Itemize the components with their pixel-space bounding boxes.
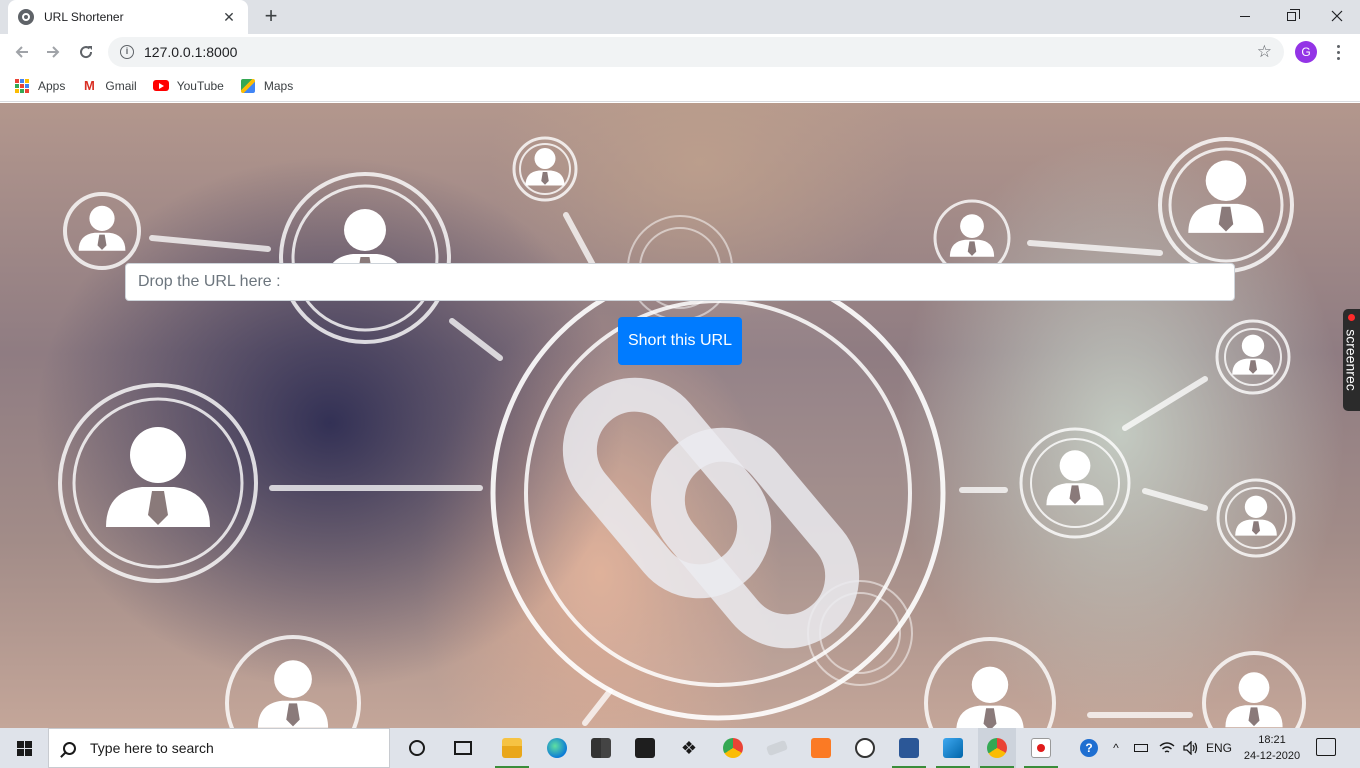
taskbar-vscode[interactable]	[934, 728, 972, 768]
taskbar-terminal[interactable]	[626, 728, 664, 768]
screenrec-label: screenrec	[1343, 329, 1360, 391]
eraser-icon	[765, 739, 789, 757]
edge-icon	[547, 738, 567, 758]
record-dot-icon	[1348, 314, 1355, 321]
wifi-tray-icon[interactable]	[1156, 728, 1178, 768]
taskbar-file-explorer[interactable]	[493, 728, 531, 768]
profile-avatar[interactable]: G	[1295, 41, 1317, 63]
help-icon: ?	[1080, 739, 1098, 757]
chrome-profile-icon	[987, 738, 1007, 758]
bookmark-apps[interactable]: Apps	[14, 78, 65, 94]
taskbar-screenrec[interactable]	[1022, 728, 1060, 768]
taskbar-chrome[interactable]	[714, 728, 752, 768]
reload-icon	[80, 46, 93, 59]
address-bar[interactable]: i 127.0.0.1:8000 ☆	[108, 37, 1284, 67]
window-minimize-button[interactable]	[1222, 0, 1268, 32]
dropbox-icon: ❖	[680, 737, 698, 758]
browser-tab[interactable]: URL Shortener ✕	[8, 0, 248, 34]
chrome-icon	[723, 738, 743, 758]
arrow-right-icon	[47, 46, 60, 58]
chevron-up-icon: ^	[1113, 741, 1119, 755]
show-hidden-icons-button[interactable]: ^	[1106, 728, 1126, 768]
bookmark-gmail[interactable]: M Gmail	[81, 78, 137, 94]
browser-toolbar: i 127.0.0.1:8000 ☆ G	[0, 34, 1360, 70]
forward-button[interactable]	[40, 39, 66, 65]
volume-tray-icon[interactable]	[1180, 728, 1202, 768]
bookmark-label: Apps	[38, 78, 66, 93]
bookmarks-bar: Apps M Gmail YouTube Maps	[0, 70, 1360, 102]
tab-close-icon[interactable]: ✕	[220, 9, 238, 26]
wifi-icon	[1159, 742, 1175, 753]
search-icon	[63, 741, 76, 755]
taskbar-edge[interactable]	[538, 728, 576, 768]
globe-icon	[18, 9, 34, 25]
clock-time: 18:21	[1258, 734, 1286, 746]
taskbar-chrome-profile[interactable]	[978, 728, 1016, 768]
taskbar-word[interactable]	[890, 728, 928, 768]
taskbar-search-placeholder: Type here to search	[90, 740, 214, 756]
taskbar-clock-app[interactable]	[846, 728, 884, 768]
minimize-icon	[1240, 15, 1250, 17]
cortana-button[interactable]	[398, 728, 436, 768]
taskbar-clock[interactable]: 18:21 24-12-2020	[1238, 730, 1306, 766]
help-tray-icon[interactable]: ?	[1076, 728, 1102, 768]
apps-grid-icon	[14, 78, 30, 94]
new-tab-button[interactable]: +	[258, 4, 284, 30]
vscode-icon	[943, 738, 963, 758]
taskbar-search[interactable]: Type here to search	[48, 728, 390, 768]
store-bag-icon	[591, 738, 611, 758]
window-restore-button[interactable]	[1268, 0, 1314, 32]
taskbar-xampp[interactable]	[802, 728, 840, 768]
record-icon	[1031, 738, 1051, 758]
speaker-icon	[1183, 741, 1198, 755]
bookmark-youtube[interactable]: YouTube	[152, 78, 224, 94]
language-indicator[interactable]: ENG	[1204, 728, 1234, 768]
action-center-icon[interactable]	[1316, 738, 1336, 756]
screenrec-badge[interactable]: screenrec	[1343, 309, 1360, 411]
maps-icon	[240, 78, 256, 94]
window-close-button[interactable]	[1314, 0, 1360, 32]
gmail-icon: M	[83, 78, 95, 93]
bookmark-star-icon[interactable]: ☆	[1257, 42, 1272, 62]
task-view-icon	[454, 741, 472, 755]
network-background-image	[58, 136, 1306, 728]
back-button[interactable]	[9, 39, 35, 65]
bookmark-maps[interactable]: Maps	[240, 78, 293, 94]
folder-icon	[502, 738, 522, 758]
start-button[interactable]	[0, 728, 48, 768]
taskbar-dropbox[interactable]: ❖	[670, 728, 708, 768]
windows-taskbar: Type here to search ❖ ? ^ ENG 18:21 24-1…	[0, 728, 1360, 768]
xampp-icon	[811, 738, 831, 758]
page-content: Short this URL screenrec	[0, 103, 1360, 728]
clock-date: 24-12-2020	[1243, 750, 1301, 762]
alarm-clock-icon	[855, 738, 875, 758]
taskbar-eraser-app[interactable]	[758, 728, 796, 768]
url-input[interactable]	[125, 263, 1235, 301]
reload-button[interactable]	[73, 39, 99, 65]
terminal-icon	[635, 738, 655, 758]
word-icon	[899, 738, 919, 758]
close-icon	[1331, 10, 1343, 22]
arrow-left-icon	[15, 46, 28, 58]
bookmark-label: YouTube	[176, 78, 224, 93]
short-url-button[interactable]: Short this URL	[618, 317, 742, 365]
taskbar-store[interactable]	[582, 728, 620, 768]
restore-icon	[1286, 8, 1300, 21]
tab-title: URL Shortener	[44, 10, 124, 24]
browser-tab-strip: URL Shortener ✕ +	[0, 0, 1360, 34]
task-view-button[interactable]	[444, 728, 482, 768]
windows-logo-icon	[16, 740, 32, 756]
bookmark-label: Gmail	[105, 78, 137, 93]
menu-dots-icon[interactable]	[1330, 41, 1346, 63]
battery-icon	[1134, 744, 1148, 752]
info-icon[interactable]: i	[120, 45, 134, 59]
battery-tray-icon[interactable]	[1130, 728, 1152, 768]
address-url[interactable]: 127.0.0.1:8000	[144, 44, 1257, 60]
bookmark-label: Maps	[263, 78, 294, 93]
cortana-circle-icon	[409, 740, 425, 756]
youtube-icon	[152, 78, 169, 94]
